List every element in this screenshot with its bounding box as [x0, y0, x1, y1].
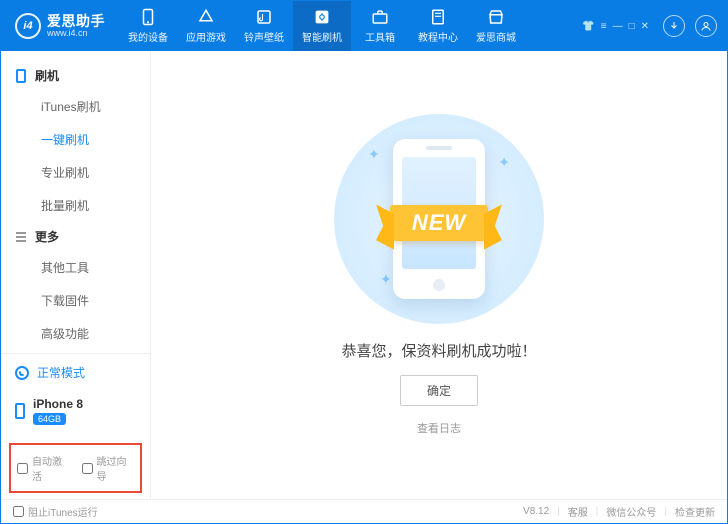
tab-flash[interactable]: 智能刷机	[293, 1, 351, 51]
view-log-link[interactable]: 查看日志	[417, 420, 461, 436]
minimize-icon[interactable]: —	[613, 21, 623, 32]
sidebar-nav: 刷机 iTunes刷机 一键刷机 专业刷机 批量刷机 更多 其他工具 下载固件 …	[1, 51, 150, 353]
connected-device[interactable]: iPhone 8 64GB	[1, 391, 150, 437]
body: 刷机 iTunes刷机 一键刷机 专业刷机 批量刷机 更多 其他工具 下载固件 …	[1, 51, 727, 499]
sparkle-icon: ✦	[368, 146, 380, 163]
status-text: 正常模式	[37, 364, 85, 381]
section-more[interactable]: 更多	[1, 222, 150, 251]
shop-icon	[487, 8, 505, 26]
phone-icon	[16, 69, 26, 83]
tab-apps[interactable]: 应用游戏	[177, 1, 235, 51]
device-icon	[15, 403, 25, 419]
app-window: i4 爱思助手 www.i4.cn 我的设备 应用游戏 铃声壁纸 智能刷机	[0, 0, 728, 524]
tab-device[interactable]: 我的设备	[119, 1, 177, 51]
close-icon[interactable]: ✕	[641, 21, 649, 32]
user-button[interactable]	[695, 15, 717, 37]
sidebar-item-advanced[interactable]: 高级功能	[1, 317, 150, 350]
checkbox-label: 阻止iTunes运行	[28, 504, 98, 519]
tab-mall[interactable]: 爱思商城	[467, 1, 525, 51]
status-icon	[15, 366, 29, 380]
new-ribbon: NEW	[329, 205, 549, 241]
flash-options-box: 自动激活 跳过向导	[9, 443, 142, 493]
support-link[interactable]: 客服	[568, 504, 588, 519]
sidebar-item-onekey[interactable]: 一键刷机	[1, 123, 150, 156]
section-flash[interactable]: 刷机	[1, 61, 150, 90]
sidebar-item-pro[interactable]: 专业刷机	[1, 156, 150, 189]
sidebar-lower: 正常模式 iPhone 8 64GB 自动激活 跳过向导	[1, 353, 150, 499]
sidebar: 刷机 iTunes刷机 一键刷机 专业刷机 批量刷机 更多 其他工具 下载固件 …	[1, 51, 151, 499]
sparkle-icon: ✦	[498, 154, 510, 171]
tab-label: 教程中心	[418, 29, 458, 44]
sidebar-item-other[interactable]: 其他工具	[1, 251, 150, 284]
checkbox-label: 自动激活	[32, 453, 70, 483]
toolbox-icon	[371, 8, 389, 26]
top-tabs: 我的设备 应用游戏 铃声壁纸 智能刷机 工具箱 教程中心	[119, 1, 525, 51]
download-button[interactable]	[663, 15, 685, 37]
tab-label: 爱思商城	[476, 29, 516, 44]
device-mode-status[interactable]: 正常模式	[1, 354, 150, 391]
sparkle-icon: ✦	[380, 271, 392, 288]
tab-label: 工具箱	[365, 29, 395, 44]
app-name: 爱思助手	[47, 14, 105, 29]
apps-icon	[197, 8, 215, 26]
statusbar: 阻止iTunes运行 V8.12| 客服| 微信公众号| 检查更新	[1, 499, 727, 523]
success-message: 恭喜您，保资料刷机成功啦！	[341, 340, 536, 361]
skip-wizard-checkbox[interactable]: 跳过向导	[82, 453, 135, 483]
device-name: iPhone 8	[33, 397, 83, 411]
menu-icon[interactable]: ≡	[601, 21, 607, 32]
tab-label: 铃声壁纸	[244, 29, 284, 44]
main-panel: ✦ ✦ ✦ NEW 恭喜您，保资料刷机成功啦！ 确定 查看日志	[151, 51, 727, 499]
device-storage-badge: 64GB	[33, 413, 66, 425]
tab-label: 智能刷机	[302, 29, 342, 44]
titlebar-right: 👕 ≡ — □ ✕	[582, 15, 727, 37]
maximize-icon[interactable]: □	[629, 21, 635, 32]
burger-icon	[16, 232, 26, 242]
ok-button[interactable]: 确定	[400, 375, 478, 406]
tab-tutorial[interactable]: 教程中心	[409, 1, 467, 51]
sidebar-item-batch[interactable]: 批量刷机	[1, 189, 150, 222]
app-url: www.i4.cn	[47, 29, 105, 38]
auto-activate-checkbox[interactable]: 自动激活	[17, 453, 70, 483]
music-icon	[255, 8, 273, 26]
tab-toolbox[interactable]: 工具箱	[351, 1, 409, 51]
wechat-link[interactable]: 微信公众号	[606, 504, 656, 519]
tab-ring[interactable]: 铃声壁纸	[235, 1, 293, 51]
check-update-link[interactable]: 检查更新	[675, 504, 715, 519]
titlebar: i4 爱思助手 www.i4.cn 我的设备 应用游戏 铃声壁纸 智能刷机	[1, 1, 727, 51]
success-illustration: ✦ ✦ ✦ NEW	[334, 114, 544, 324]
block-itunes-checkbox[interactable]: 阻止iTunes运行	[13, 504, 98, 519]
section-title: 更多	[35, 228, 59, 245]
tab-label: 我的设备	[128, 29, 168, 44]
tab-label: 应用游戏	[186, 29, 226, 44]
section-title: 刷机	[35, 67, 59, 84]
shirt-icon[interactable]: 👕	[582, 21, 594, 32]
book-icon	[429, 8, 447, 26]
version-label: V8.12	[523, 506, 549, 517]
refresh-icon	[313, 8, 331, 26]
app-logo: i4 爱思助手 www.i4.cn	[1, 13, 119, 39]
checkbox-label: 跳过向导	[97, 453, 135, 483]
phone-icon	[139, 8, 157, 26]
logo-icon: i4	[15, 13, 41, 39]
sidebar-item-itunes[interactable]: iTunes刷机	[1, 90, 150, 123]
sidebar-item-download[interactable]: 下载固件	[1, 284, 150, 317]
